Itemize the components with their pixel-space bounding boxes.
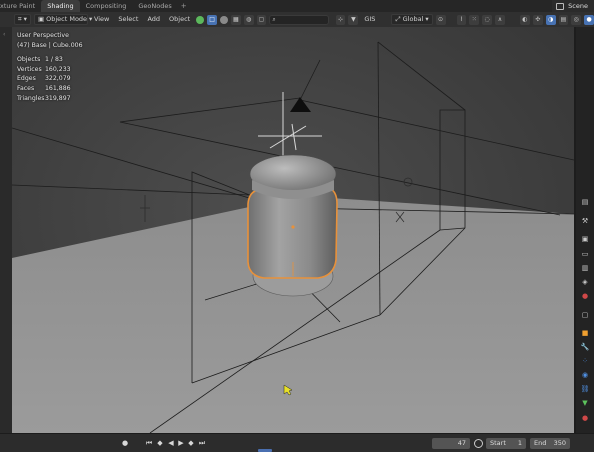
physics-icon[interactable]: ◉ [580, 370, 590, 380]
clock-icon[interactable] [474, 439, 483, 448]
search-icon: ⌕ [272, 15, 276, 23]
record-button[interactable]: ● [120, 438, 130, 449]
xray-icon[interactable]: ▤ [558, 14, 569, 25]
stat-value: 1 / 83 [45, 56, 63, 64]
viewport-scene [12, 27, 574, 433]
view-perspective: User Perspective [17, 32, 69, 39]
jump-end-icon[interactable]: ⏭ [197, 438, 207, 449]
material-ball-icon[interactable] [196, 15, 205, 24]
solid-shading-icon[interactable]: ● [584, 14, 594, 25]
filter-icon[interactable]: ▼ [348, 14, 359, 25]
cube-icon[interactable]: ▢ [256, 14, 267, 25]
sphere-icon[interactable]: ◍ [243, 14, 254, 25]
properties-editor-icon[interactable]: ▤ [580, 197, 590, 207]
chevron-down-icon: ▾ [23, 15, 27, 23]
play-reverse-icon[interactable]: ◀ [166, 438, 176, 449]
toolbar-strip: ‹ [0, 27, 12, 433]
toolbar-expand-icon[interactable]: ‹ [3, 31, 5, 38]
grid-icon[interactable]: ▦ [230, 14, 241, 25]
jar-object[interactable] [247, 154, 338, 297]
visibility-icon[interactable]: ◐ [519, 14, 530, 25]
stat-label: Edges [17, 75, 36, 83]
scene-name: Scene [568, 2, 588, 10]
falloff-icon[interactable]: ∧ [495, 14, 505, 25]
overlay-icon[interactable]: ◑ [545, 14, 556, 25]
data-icon[interactable]: ▼ [580, 398, 590, 408]
object-props-icon[interactable]: ■ [580, 328, 590, 338]
scene-statistics: Objects 1 / 83 Vertices 160,233 Edges 322,0… [17, 55, 83, 103]
end-value: 350 [553, 439, 566, 447]
3d-viewport[interactable] [12, 27, 574, 433]
play-icon[interactable]: ▶ [176, 438, 186, 449]
start-label: Start [490, 439, 506, 447]
viewport-info-overlay: User Perspective (47) Base | Cube.006 Ob… [17, 31, 83, 103]
jump-start-icon[interactable]: ⏮ [144, 438, 154, 449]
view-layer-icon[interactable]: ▥ [580, 263, 590, 273]
collection-icon[interactable]: ▢ [580, 310, 590, 320]
menu-add[interactable]: Add [144, 14, 163, 25]
mode-label: Object Mode [46, 15, 88, 23]
orientation-icon: ⤢ [395, 15, 401, 23]
proportional-edit-icon[interactable]: ◌ [482, 14, 493, 25]
shading-ball-icon[interactable] [219, 15, 228, 24]
stat-label: Objects [17, 56, 41, 64]
constraint-icon[interactable]: ⛓ [580, 384, 590, 394]
properties-tab-strip: ▤ ⚒ ▣ ▭ ▥ ◈ ● ▢ ■ 🔧 ⁘ ◉ ⛓ ▼ ● [576, 27, 594, 433]
menu-select[interactable]: Select [115, 14, 141, 25]
scene-icon [556, 2, 565, 10]
stat-label: Vertices [17, 65, 42, 73]
current-frame-field[interactable]: 47 [432, 438, 470, 449]
start-frame-field[interactable]: Start 1 [486, 438, 526, 449]
tab-geonodes[interactable]: GeoNodes [132, 0, 177, 12]
editor-type-icon: ⌗ [18, 15, 22, 23]
end-label: End [534, 439, 547, 447]
timeline-bar: ● ⏮ ◆ ◀ ▶ ◆ ⏭ 47 Start 1 End 350 [0, 433, 594, 452]
jump-keyframe-back-icon[interactable]: ◆ [155, 438, 165, 449]
start-value: 1 [517, 439, 522, 447]
stat-label: Faces [17, 84, 35, 92]
modifier-icon[interactable]: 🔧 [580, 342, 590, 352]
wireframe-shading-icon[interactable]: ◎ [571, 14, 582, 25]
tab-texture-paint[interactable]: xture Paint [0, 0, 41, 12]
material-icon[interactable]: ● [580, 413, 590, 423]
end-frame-field[interactable]: End 350 [530, 438, 570, 449]
select-box-icon[interactable]: □ [207, 14, 217, 25]
add-workspace-button[interactable]: + [178, 0, 190, 12]
orientation-dropdown[interactable]: ⤢ Global ▾ [391, 14, 433, 25]
world-icon[interactable]: ● [580, 291, 590, 301]
output-icon[interactable]: ▭ [580, 249, 590, 259]
gizmo-icon[interactable]: ✣ [532, 14, 543, 25]
stat-value: 322,079 [45, 75, 71, 83]
object-mode-icon: ▣ [37, 15, 45, 23]
search-input[interactable]: ⌕ [269, 14, 329, 25]
editor-type-dropdown[interactable]: ⌗ ▾ [14, 14, 31, 25]
stat-label: Triangles [17, 94, 45, 102]
tool-icon[interactable]: ⚒ [580, 216, 590, 226]
mode-dropdown[interactable]: ▣ Object Mode ▾ [33, 14, 92, 25]
jump-keyframe-forward-icon[interactable]: ◆ [186, 438, 196, 449]
orientation-label: Global [402, 15, 424, 23]
pivot-point-icon[interactable]: ⊙ [435, 14, 446, 25]
tab-compositing[interactable]: Compositing [80, 0, 133, 12]
menu-view[interactable]: View [91, 14, 112, 25]
render-icon[interactable]: ▣ [580, 234, 590, 244]
active-object-context: (47) Base | Cube.006 [17, 41, 83, 49]
current-frame-value: 47 [457, 439, 466, 447]
snap-icon[interactable]: ⌇ [456, 14, 467, 25]
scene-selector[interactable]: Scene [552, 0, 594, 12]
stat-value: 161,886 [45, 84, 71, 92]
scene-props-icon[interactable]: ◈ [580, 277, 590, 287]
tab-shading[interactable]: Shading [41, 0, 80, 12]
snap-target-icon[interactable]: ⁙ [469, 14, 480, 25]
transform-pivot-icon[interactable]: ⊹ [335, 14, 346, 25]
stat-value: 319,897 [45, 94, 71, 102]
viewport-header: ⌗ ▾ ▣ Object Mode ▾ View Select Add Objec… [0, 12, 594, 27]
menu-object[interactable]: Object [166, 14, 193, 25]
gis-menu[interactable]: GIS [361, 14, 378, 25]
particles-icon[interactable]: ⁘ [580, 356, 590, 366]
stat-value: 160,233 [45, 65, 71, 73]
chevron-down-icon: ▾ [425, 15, 429, 23]
workspace-tabbar: xture Paint Shading Compositing GeoNodes… [0, 0, 594, 12]
